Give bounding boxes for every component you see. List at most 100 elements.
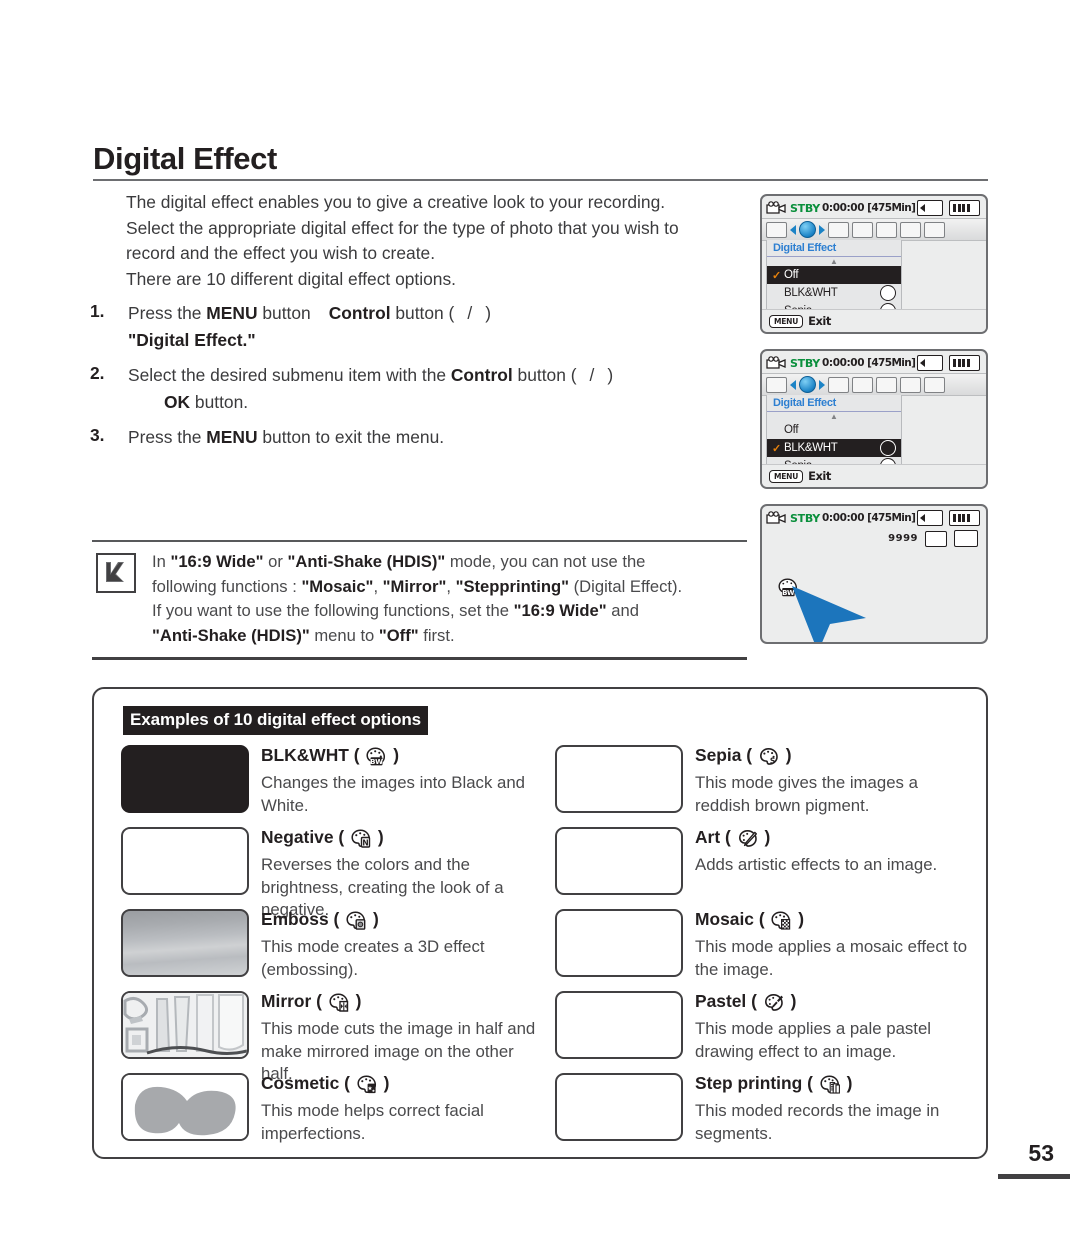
- note-kw-antishake-2: "Anti-Shake (HDIS)": [152, 625, 310, 645]
- battery-icon: [949, 355, 980, 371]
- svg-text:N: N: [362, 838, 368, 847]
- title-divider: [93, 179, 988, 181]
- memory-card-icon: [917, 510, 943, 526]
- thumbnail-emboss: [121, 909, 249, 977]
- lcd2-menu-item-off[interactable]: Off: [767, 421, 901, 439]
- thumbnail-sepia: [555, 745, 683, 813]
- tab-icon-digital-effect[interactable]: [799, 221, 816, 238]
- tab-icon-record-mode[interactable]: [766, 376, 787, 393]
- palette-mosaic-icon: [771, 911, 791, 936]
- lcd1-scroll-up-icon[interactable]: ▲: [767, 257, 901, 266]
- effect-title-art: Art ( ): [695, 825, 976, 854]
- lcd2-scroll-up-icon[interactable]: ▲: [767, 412, 901, 421]
- lcd1-status-right: [917, 200, 982, 216]
- page-number-rule: [998, 1174, 1070, 1179]
- intro-line-4: There are 10 different digital effect op…: [126, 268, 456, 289]
- lcd2-menu-item-blkwht[interactable]: ✓ BLK&WHT: [767, 439, 901, 457]
- note-kw-antishake-1: "Anti-Shake (HDIS)": [287, 552, 446, 571]
- tab-icon-record-mode[interactable]: [766, 221, 787, 238]
- step-2-paren-close: ): [607, 365, 614, 385]
- step-2: 2. Select the desired submenu item with …: [90, 362, 770, 416]
- tab-icon-resolution[interactable]: [876, 221, 897, 238]
- lcd1-menu-button[interactable]: MENU: [769, 314, 804, 328]
- palette-emboss-icon: [346, 911, 366, 936]
- lcd1-menu-item-blkwht[interactable]: BLK&WHT: [767, 284, 901, 302]
- effect-row-art: Art ( ) Adds artistic effects to an imag…: [542, 825, 976, 907]
- camcorder-icon: [766, 510, 788, 526]
- palette-art-icon: [738, 829, 758, 854]
- step-1-control-kw: Control: [328, 303, 391, 323]
- thumbnail-blkwht: [121, 745, 249, 813]
- note-l2-c: ,: [373, 576, 383, 596]
- step-2-ok-kw: OK: [164, 392, 191, 412]
- note-l1-e: mode, you can not use the: [445, 552, 646, 571]
- lcd3-pointer-cursor-icon: [790, 584, 874, 642]
- effect-desc-stepprinting: This moded records the image in segments…: [695, 1101, 940, 1143]
- palette-pastel-icon: [764, 993, 784, 1018]
- effect-name-sepia: Sepia: [695, 745, 742, 765]
- lcd3-secondary-status: 9999: [888, 530, 978, 547]
- effect-title-mirror: Mirror (): [261, 989, 542, 1018]
- tab-icon-film[interactable]: [828, 376, 849, 393]
- lcd1-timecode: 0:00:00: [821, 202, 865, 214]
- tab-icon-display[interactable]: [900, 221, 921, 238]
- note-kw-mirror: "Mirror": [382, 576, 447, 596]
- step-1: 1. Press the MENU button Control button (…: [90, 300, 770, 354]
- effect-desc-pastel: This mode applies a pale pastel drawing …: [695, 1019, 932, 1061]
- palette-stepprint-icon: [820, 1075, 840, 1100]
- effect-desc-mosaic: This mode applies a mosaic effect to the…: [695, 937, 968, 979]
- tab-icon-quality[interactable]: [852, 376, 873, 393]
- lcd2-icon-blkwht: [880, 440, 896, 456]
- effect-name-mosaic: Mosaic: [695, 909, 754, 929]
- tab-icon-film[interactable]: [828, 221, 849, 238]
- palette-bw-icon: BW: [366, 747, 386, 772]
- thumbnail-art: [555, 827, 683, 895]
- lcd2-menu-label-off: Off: [784, 424, 799, 436]
- battery-icon: [949, 510, 980, 526]
- effect-text-mirror: Mirror () This mode cuts the image in h…: [261, 989, 542, 1083]
- step-3-number: 3.: [90, 425, 105, 445]
- lcd2-tab-bar: [762, 373, 986, 396]
- note-text: In "16:9 Wide" or "Anti-Shake (HDIS)" mo…: [152, 550, 747, 648]
- step-1-paren-close: ): [485, 303, 491, 323]
- examples-header: Examples of 10 digital effect options: [123, 706, 429, 735]
- note-l4-b: menu to: [309, 625, 379, 645]
- effect-desc-cosmetic: This mode helps correct facial imperfect…: [261, 1101, 484, 1143]
- memory-card-icon: [917, 355, 943, 371]
- note-l2-g: (Digital Effect).: [569, 576, 683, 596]
- note-kw-169wide-1: "16:9 Wide": [170, 552, 264, 571]
- step-2-control-kw: Control: [450, 365, 513, 385]
- lcd2-menu-button[interactable]: MENU: [769, 469, 804, 483]
- tab-icon-resolution[interactable]: [876, 376, 897, 393]
- tab-icon-grid[interactable]: [924, 376, 945, 393]
- lcd-screenshot-3: STBY 0:00:00 [475Min] 9999 BW: [760, 504, 988, 644]
- lcd-screenshot-1: STBY 0:00:00 [475Min] Digital Effect ▲ ✓…: [760, 194, 988, 334]
- tab-icon-grid[interactable]: [924, 221, 945, 238]
- palette-negative-icon: N: [351, 829, 371, 854]
- tab-icon-digital-effect[interactable]: [799, 376, 816, 393]
- palette-sepia-icon: S: [759, 747, 779, 772]
- palette-mirror-icon: [329, 993, 349, 1018]
- step-1-seg-e: button (: [390, 303, 455, 323]
- lcd1-status-bar: STBY 0:00:00 [475Min]: [762, 196, 986, 218]
- lcd1-menu-item-off[interactable]: ✓ Off: [767, 266, 901, 284]
- lcd1-remaining-time: [475Min]: [867, 202, 916, 214]
- tab-prev-arrow-icon[interactable]: [790, 224, 796, 235]
- lcd1-check-icon-off: ✓: [772, 269, 782, 282]
- thumbnail-negative: [121, 827, 249, 895]
- lcd2-stby-label: STBY: [790, 356, 820, 370]
- lcd2-exit-label: Exit: [808, 469, 831, 483]
- step-1-text: Press the MENU button Control button (/) …: [128, 300, 770, 354]
- page-title: Digital Effect: [93, 141, 277, 176]
- tab-prev-arrow-icon[interactable]: [790, 379, 796, 390]
- tab-next-arrow-icon[interactable]: [819, 379, 825, 390]
- tab-icon-display[interactable]: [900, 376, 921, 393]
- note-l2-e: ,: [446, 576, 456, 596]
- tab-next-arrow-icon[interactable]: [819, 224, 825, 235]
- tab-icon-quality[interactable]: [852, 221, 873, 238]
- effect-name-negative: Negative: [261, 827, 334, 847]
- effect-title-mosaic: Mosaic (): [695, 907, 976, 936]
- effect-text-negative: Negative ( N ) Reverses the colors and t…: [261, 825, 542, 919]
- effect-text-mosaic: Mosaic () This mode applies a mosaic ef…: [695, 907, 976, 989]
- step-1-slash: /: [467, 303, 473, 323]
